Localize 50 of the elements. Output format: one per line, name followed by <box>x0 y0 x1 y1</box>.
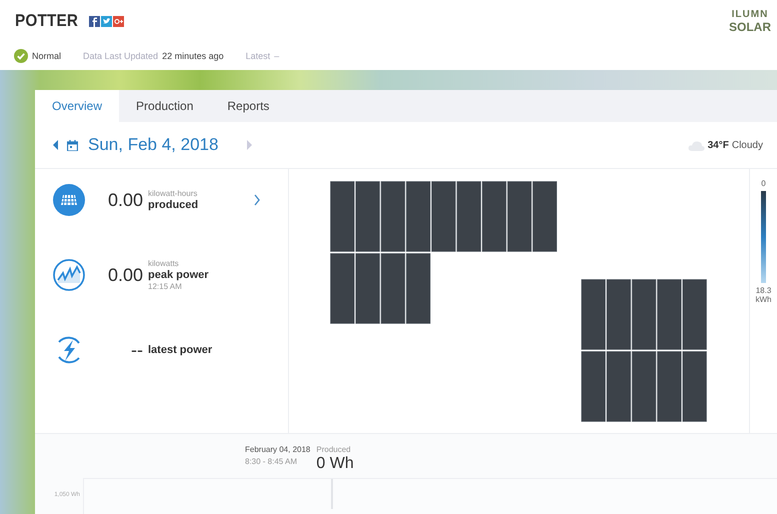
solar-panel-icon <box>53 184 85 216</box>
stat-value: 0.00 <box>106 264 143 286</box>
updated-value: 22 minutes ago <box>162 51 224 61</box>
solar-panel[interactable] <box>682 351 707 422</box>
solar-panel[interactable] <box>632 279 656 350</box>
google-plus-icon[interactable] <box>113 16 124 26</box>
latest-label: Latest <box>246 51 270 61</box>
solar-panel[interactable] <box>482 181 506 252</box>
twitter-icon[interactable] <box>101 16 112 26</box>
produced-label: Produced <box>316 444 352 456</box>
brand-logo: ILUMN SOLAR <box>729 9 771 33</box>
latest-value: – <box>274 51 280 61</box>
date-label: Sun, Feb 4, 2018 <box>88 135 218 155</box>
produced-value: 0 Wh <box>316 456 354 472</box>
stat-time: 12:15 AM <box>148 282 183 292</box>
stat-label: produced <box>148 198 198 212</box>
tab[interactable]: Production <box>119 90 210 122</box>
facebook-icon[interactable] <box>89 16 100 26</box>
legend-max: 0 <box>761 179 766 188</box>
status-label: Normal <box>32 51 62 61</box>
line-chart-icon <box>53 259 85 291</box>
tab[interactable]: Overview <box>35 90 120 122</box>
temperature: 34°F <box>708 140 729 150</box>
stat-label: peak power <box>148 268 209 282</box>
weather-condition: Cloudy <box>732 140 763 150</box>
chevron-right-icon[interactable] <box>254 194 260 206</box>
stat-value: -- <box>130 340 143 360</box>
tab[interactable]: Reports <box>210 90 286 122</box>
stat-unit: kilowatts <box>148 258 180 268</box>
solar-panel[interactable] <box>431 181 456 252</box>
chart-time-range: 8:30 - 8:45 AM <box>245 456 298 468</box>
solar-panel[interactable] <box>632 351 656 422</box>
chart-date: February 04, 2018 <box>245 444 310 456</box>
solar-panel[interactable] <box>330 181 355 252</box>
solar-panel[interactable] <box>380 253 406 324</box>
calendar-icon[interactable] <box>67 140 78 150</box>
legend-min: 18.3 kWh <box>754 286 772 304</box>
solar-panel[interactable] <box>507 181 532 252</box>
solar-panel[interactable] <box>456 181 482 252</box>
site-title: POTTER <box>15 11 78 31</box>
solar-panel[interactable] <box>330 253 355 324</box>
stat-value: 0.00 <box>106 190 143 210</box>
updated-label: Data Last Updated <box>83 51 158 61</box>
previous-day-icon[interactable] <box>52 139 59 151</box>
solar-panel[interactable] <box>581 279 606 350</box>
stat-unit: kilowatt-hours <box>148 188 198 198</box>
solar-panel[interactable] <box>682 279 707 350</box>
stat-label: latest power <box>148 344 212 356</box>
solar-panel[interactable] <box>581 351 606 422</box>
solar-panel[interactable] <box>380 181 406 252</box>
